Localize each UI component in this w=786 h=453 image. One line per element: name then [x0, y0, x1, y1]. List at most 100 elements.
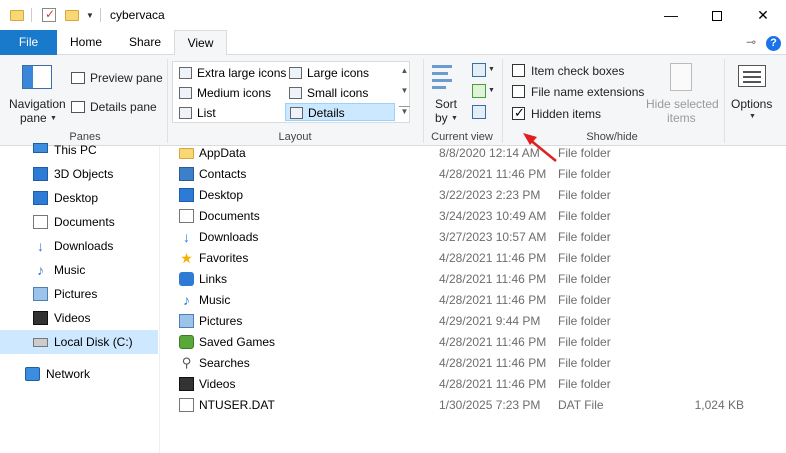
file-icon	[179, 398, 194, 412]
quick-access-dropdown-icon[interactable]: ▼	[86, 11, 94, 20]
file-name: Desktop	[199, 188, 244, 202]
chevron-down-icon: ▼	[488, 66, 495, 73]
file-date: 4/28/2021 11:46 PM	[439, 356, 547, 370]
table-row[interactable]: ⚲ Searches 4/28/2021 11:46 PM File folder	[161, 353, 761, 374]
scroll-down-icon[interactable]: ▼	[399, 86, 410, 95]
music-icon: ♪	[37, 262, 44, 278]
nav-item[interactable]: Desktop	[0, 186, 158, 210]
file-date: 1/30/2025 7:23 PM	[439, 398, 541, 412]
file-date: 4/28/2021 11:46 PM	[439, 272, 547, 286]
table-row[interactable]: Links 4/28/2021 11:46 PM File folder	[161, 269, 761, 290]
sort-icon	[432, 63, 460, 91]
table-row[interactable]: Desktop 3/22/2023 2:23 PM File folder	[161, 185, 761, 206]
file-date: 3/24/2023 10:49 AM	[439, 209, 547, 223]
group-label-current-view: Current view	[431, 131, 493, 143]
hide-selected-label-2: items	[667, 111, 696, 125]
file-date: 8/8/2020 12:14 AM	[439, 146, 540, 160]
nav-item-label: Network	[46, 367, 91, 381]
file-type: File folder	[558, 230, 611, 244]
table-row[interactable]: Documents 3/24/2023 10:49 AM File folder	[161, 206, 761, 227]
table-row[interactable]: ♪ Music 4/28/2021 11:46 PM File folder	[161, 290, 761, 311]
help-icon[interactable]: ?	[766, 36, 781, 51]
scroll-up-icon[interactable]: ▲	[399, 66, 410, 75]
tab-file[interactable]: File	[0, 30, 57, 55]
preview-pane-icon	[71, 72, 85, 84]
nav-item[interactable]: Documents	[0, 210, 158, 234]
minimize-icon: —	[664, 7, 678, 23]
layout-item-label: Extra large icons	[197, 66, 287, 80]
file-date: 4/28/2021 11:46 PM	[439, 293, 547, 307]
file-type: File folder	[558, 209, 611, 223]
table-row[interactable]: Contacts 4/28/2021 11:46 PM File folder	[161, 164, 761, 185]
properties-check-icon[interactable]	[42, 7, 56, 22]
desktop-icon	[179, 188, 194, 202]
picture-icon	[33, 287, 48, 301]
divider	[167, 59, 168, 143]
nav-item[interactable]: ♪ Music	[0, 258, 158, 282]
nav-item-label: This PC	[54, 143, 97, 157]
hidden-items-checkbox[interactable]	[512, 105, 525, 121]
document-icon	[33, 215, 48, 229]
table-row[interactable]: Saved Games 4/28/2021 11:46 PM File folder	[161, 332, 761, 353]
nav-item[interactable]: This PC	[0, 138, 158, 162]
links-icon	[179, 272, 194, 286]
file-name: Contacts	[199, 167, 247, 181]
layout-medium-icons[interactable]: Medium icons	[175, 84, 281, 102]
ribbon: Navigation pane ▼ Preview pane Details p…	[0, 55, 786, 146]
nav-item[interactable]: Videos	[0, 306, 158, 330]
layout-large-icons[interactable]: Large icons	[285, 64, 395, 82]
minimize-button[interactable]: —	[648, 0, 694, 30]
nav-item[interactable]: Local Disk (C:)	[0, 330, 158, 354]
item-check-boxes-checkbox[interactable]	[512, 64, 525, 77]
layout-details[interactable]: Details	[285, 103, 395, 121]
expand-gallery-icon[interactable]: ▼	[399, 106, 410, 116]
file-type: File folder	[558, 167, 611, 181]
file-name: Pictures	[199, 314, 243, 328]
layout-item-label: Medium icons	[197, 86, 272, 100]
details-pane-label: Details pane	[90, 100, 157, 114]
layout-small-icons[interactable]: Small icons	[285, 84, 395, 102]
maximize-button[interactable]	[694, 0, 740, 30]
file-type: File folder	[558, 251, 611, 265]
nav-item[interactable]: Pictures	[0, 282, 158, 306]
file-size: 1,024 KB	[694, 398, 744, 412]
table-row[interactable]: AppData 8/8/2020 12:14 AM File folder	[161, 143, 761, 164]
chevron-down-icon: ▼	[50, 115, 57, 122]
options-icon	[738, 65, 766, 87]
desktop-icon	[33, 191, 48, 205]
picture-icon	[179, 314, 194, 328]
file-type: File folder	[558, 272, 611, 286]
size-columns-icon[interactable]	[472, 105, 486, 119]
add-columns-icon[interactable]	[472, 84, 486, 98]
file-name: Links	[199, 272, 228, 286]
tab-share[interactable]: Share	[118, 30, 172, 55]
close-button[interactable]: ✕	[740, 0, 786, 30]
layout-extra-large-icons[interactable]: Extra large icons	[175, 64, 286, 82]
table-row[interactable]: Pictures 4/29/2021 9:44 PM File folder	[161, 311, 761, 332]
chevron-down-icon: ▼	[451, 115, 458, 122]
nav-item[interactable]: 3D Objects	[0, 162, 158, 186]
file-name: Saved Games	[199, 335, 276, 349]
table-row[interactable]: Videos 4/28/2021 11:46 PM File folder	[161, 374, 761, 395]
file-name-extensions-checkbox[interactable]	[512, 85, 525, 98]
file-type: File folder	[558, 293, 611, 307]
group-by-icon[interactable]	[472, 63, 486, 77]
file-type: File folder	[558, 335, 611, 349]
saved-games-icon	[179, 335, 194, 349]
nav-item-label: 3D Objects	[54, 167, 114, 181]
nav-item-label: Music	[54, 263, 86, 277]
layout-list[interactable]: List	[175, 104, 281, 122]
document-icon	[179, 209, 194, 223]
table-row[interactable]: ↓ Downloads 3/27/2023 10:57 AM File folder	[161, 227, 761, 248]
star-icon: ★	[180, 250, 193, 266]
table-row[interactable]: ★ Favorites 4/28/2021 11:46 PM File folder	[161, 248, 761, 269]
nav-item[interactable]: ↓ Downloads	[0, 234, 158, 258]
new-folder-icon[interactable]	[65, 10, 79, 21]
chevron-down-icon: ▼	[749, 113, 756, 120]
pin-ribbon-icon[interactable]: ⊸	[746, 35, 756, 49]
nav-item[interactable]: Network	[0, 362, 158, 386]
tab-home[interactable]: Home	[60, 30, 112, 55]
table-row[interactable]: NTUSER.DAT 1/30/2025 7:23 PM DAT File 1,024…	[161, 395, 761, 416]
tab-view[interactable]: View	[174, 30, 227, 56]
ribbon-tabs: File Home Share View ⊸ ?	[0, 30, 786, 56]
